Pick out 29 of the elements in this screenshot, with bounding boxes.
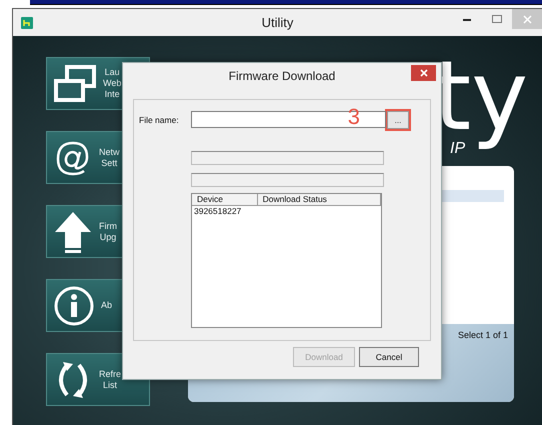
sidebar-label: Ab [101, 300, 112, 311]
file-name-label: File name: [139, 115, 180, 125]
windows-icon [53, 64, 97, 104]
column-header[interactable]: Device [192, 194, 258, 206]
browse-button[interactable]: ... [387, 111, 409, 129]
sidebar-label: Sett [101, 158, 118, 168]
dialog-title: Firmware Download [228, 69, 336, 83]
close-icon [420, 69, 428, 77]
info-icon [53, 284, 95, 326]
sidebar-label: Web [103, 78, 122, 89]
window-title: Utility [262, 15, 294, 30]
sidebar-label: Inte [104, 89, 120, 100]
sidebar-label: Upg [100, 232, 116, 242]
column-header[interactable]: Download Status [258, 194, 381, 206]
minimize-icon [463, 18, 471, 20]
close-button[interactable] [411, 65, 436, 81]
sidebar-label: Firm [99, 220, 117, 232]
step-number: 3 [348, 105, 360, 129]
sidebar-label: Netw [99, 146, 120, 158]
selection-count: Select 1 of 1 [458, 330, 508, 341]
cancel-button[interactable]: Cancel [359, 347, 419, 367]
sidebar-label: Lau [104, 67, 120, 78]
table-cell-text: 3926518227 [193, 206, 242, 216]
app-icon [21, 16, 33, 28]
sidebar-label: List [103, 380, 118, 390]
maximize-icon [492, 15, 502, 23]
close-icon [522, 14, 532, 24]
up-arrow-icon [53, 210, 93, 254]
sidebar-label: Refre [99, 368, 122, 380]
